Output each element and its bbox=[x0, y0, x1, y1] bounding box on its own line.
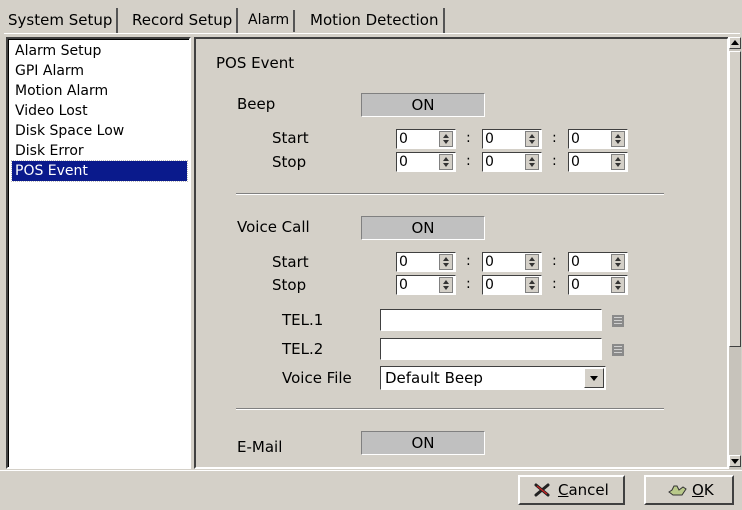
tel2-input[interactable] bbox=[380, 338, 602, 360]
sidebar-item-disk-space-low[interactable]: Disk Space Low bbox=[12, 121, 187, 141]
spin-arrows-icon[interactable] bbox=[525, 154, 539, 170]
voice-stop-hour[interactable]: 0 bbox=[396, 275, 456, 295]
scroll-down-button[interactable] bbox=[729, 455, 741, 467]
tab-record-setup[interactable]: Record Setup bbox=[128, 8, 239, 34]
sidebar-item-pos-event[interactable]: POS Event bbox=[11, 160, 188, 182]
spin-value: 0 bbox=[485, 131, 494, 147]
cancel-x-icon bbox=[534, 483, 550, 497]
time-colon: : bbox=[466, 276, 471, 292]
beep-stop-label: Stop bbox=[272, 153, 307, 171]
voice-file-label: Voice File bbox=[282, 369, 352, 387]
vertical-scrollbar[interactable] bbox=[728, 37, 741, 469]
tab-motion-detection[interactable]: Motion Detection bbox=[306, 8, 445, 34]
spin-value: 0 bbox=[571, 131, 580, 147]
voice-file-value: Default Beep bbox=[385, 369, 483, 387]
voice-file-select[interactable]: Default Beep bbox=[380, 366, 606, 390]
cancel-label: ancel bbox=[568, 481, 609, 499]
voice-call-label: Voice Call bbox=[237, 218, 310, 236]
voice-stop-label: Stop bbox=[272, 276, 307, 294]
beep-start-minute[interactable]: 0 bbox=[482, 129, 542, 149]
spin-value: 0 bbox=[485, 277, 494, 293]
ok-button[interactable]: OK bbox=[644, 475, 734, 505]
voice-start-minute[interactable]: 0 bbox=[482, 252, 542, 272]
email-toggle[interactable]: ON bbox=[361, 431, 485, 455]
beep-label: Beep bbox=[237, 95, 276, 113]
beep-start-label: Start bbox=[272, 129, 309, 147]
tab-underline bbox=[4, 33, 740, 34]
beep-start-second[interactable]: 0 bbox=[568, 129, 628, 149]
spin-arrows-icon[interactable] bbox=[525, 277, 539, 293]
section-divider bbox=[236, 193, 664, 195]
time-colon: : bbox=[466, 253, 471, 269]
spin-value: 0 bbox=[399, 154, 408, 170]
scroll-up-button[interactable] bbox=[729, 37, 741, 49]
spin-value: 0 bbox=[399, 131, 408, 147]
spin-value: 0 bbox=[571, 154, 580, 170]
keypad-icon[interactable] bbox=[612, 315, 624, 327]
footer-divider bbox=[0, 470, 742, 471]
voice-call-toggle[interactable]: ON bbox=[361, 216, 485, 240]
spin-value: 0 bbox=[571, 277, 580, 293]
beep-stop-minute[interactable]: 0 bbox=[482, 152, 542, 172]
time-colon: : bbox=[552, 253, 557, 269]
voice-stop-second[interactable]: 0 bbox=[568, 275, 628, 295]
chevron-down-icon[interactable] bbox=[584, 368, 604, 388]
spin-value: 0 bbox=[485, 254, 494, 270]
arrow-up-icon bbox=[731, 40, 739, 45]
voice-start-second[interactable]: 0 bbox=[568, 252, 628, 272]
ok-label: K bbox=[703, 481, 714, 499]
spin-arrows-icon[interactable] bbox=[439, 131, 453, 147]
time-colon: : bbox=[466, 130, 471, 146]
time-colon: : bbox=[552, 130, 557, 146]
time-colon: : bbox=[552, 153, 557, 169]
voice-start-label: Start bbox=[272, 253, 309, 271]
email-label: E-Mail bbox=[237, 438, 283, 456]
beep-toggle[interactable]: ON bbox=[361, 93, 485, 117]
tel1-input[interactable] bbox=[380, 309, 602, 331]
spin-arrows-icon[interactable] bbox=[525, 254, 539, 270]
keypad-icon[interactable] bbox=[612, 344, 624, 356]
spin-arrows-icon[interactable] bbox=[525, 131, 539, 147]
time-colon: : bbox=[466, 153, 471, 169]
sidebar-item-video-lost[interactable]: Video Lost bbox=[12, 101, 187, 121]
cancel-accelerator: C bbox=[558, 481, 569, 499]
tab-system-setup[interactable]: System Setup bbox=[4, 8, 119, 34]
sidebar-item-motion-alarm[interactable]: Motion Alarm bbox=[12, 81, 187, 101]
spin-arrows-icon[interactable] bbox=[439, 277, 453, 293]
section-title: POS Event bbox=[216, 54, 295, 72]
beep-stop-second[interactable]: 0 bbox=[568, 152, 628, 172]
spin-arrows-icon[interactable] bbox=[611, 254, 625, 270]
voice-stop-minute[interactable]: 0 bbox=[482, 275, 542, 295]
scroll-thumb[interactable] bbox=[729, 51, 741, 347]
spin-value: 0 bbox=[571, 254, 580, 270]
sidebar-item-gpi-alarm[interactable]: GPI Alarm bbox=[12, 61, 187, 81]
tel2-label: TEL.2 bbox=[282, 340, 324, 358]
beep-stop-hour[interactable]: 0 bbox=[396, 152, 456, 172]
spin-arrows-icon[interactable] bbox=[439, 254, 453, 270]
beep-start-hour[interactable]: 0 bbox=[396, 129, 456, 149]
arrow-down-icon bbox=[731, 459, 739, 464]
tab-alarm[interactable]: Alarm bbox=[244, 10, 296, 32]
voice-start-hour[interactable]: 0 bbox=[396, 252, 456, 272]
spin-arrows-icon[interactable] bbox=[611, 131, 625, 147]
cancel-button[interactable]: Cancel bbox=[518, 475, 625, 505]
spin-value: 0 bbox=[485, 154, 494, 170]
ok-hand-icon bbox=[668, 485, 687, 496]
sidebar-item-alarm-setup[interactable]: Alarm Setup bbox=[12, 41, 187, 61]
section-divider bbox=[236, 408, 664, 410]
spin-arrows-icon[interactable] bbox=[439, 154, 453, 170]
alarm-type-list[interactable]: Alarm Setup GPI Alarm Motion Alarm Video… bbox=[6, 37, 191, 469]
spin-arrows-icon[interactable] bbox=[611, 154, 625, 170]
time-colon: : bbox=[552, 276, 557, 292]
tel1-label: TEL.1 bbox=[282, 311, 324, 329]
sidebar-item-disk-error[interactable]: Disk Error bbox=[12, 141, 187, 161]
ok-accelerator: O bbox=[692, 481, 704, 499]
spin-arrows-icon[interactable] bbox=[611, 277, 625, 293]
spin-value: 0 bbox=[399, 277, 408, 293]
spin-value: 0 bbox=[399, 254, 408, 270]
